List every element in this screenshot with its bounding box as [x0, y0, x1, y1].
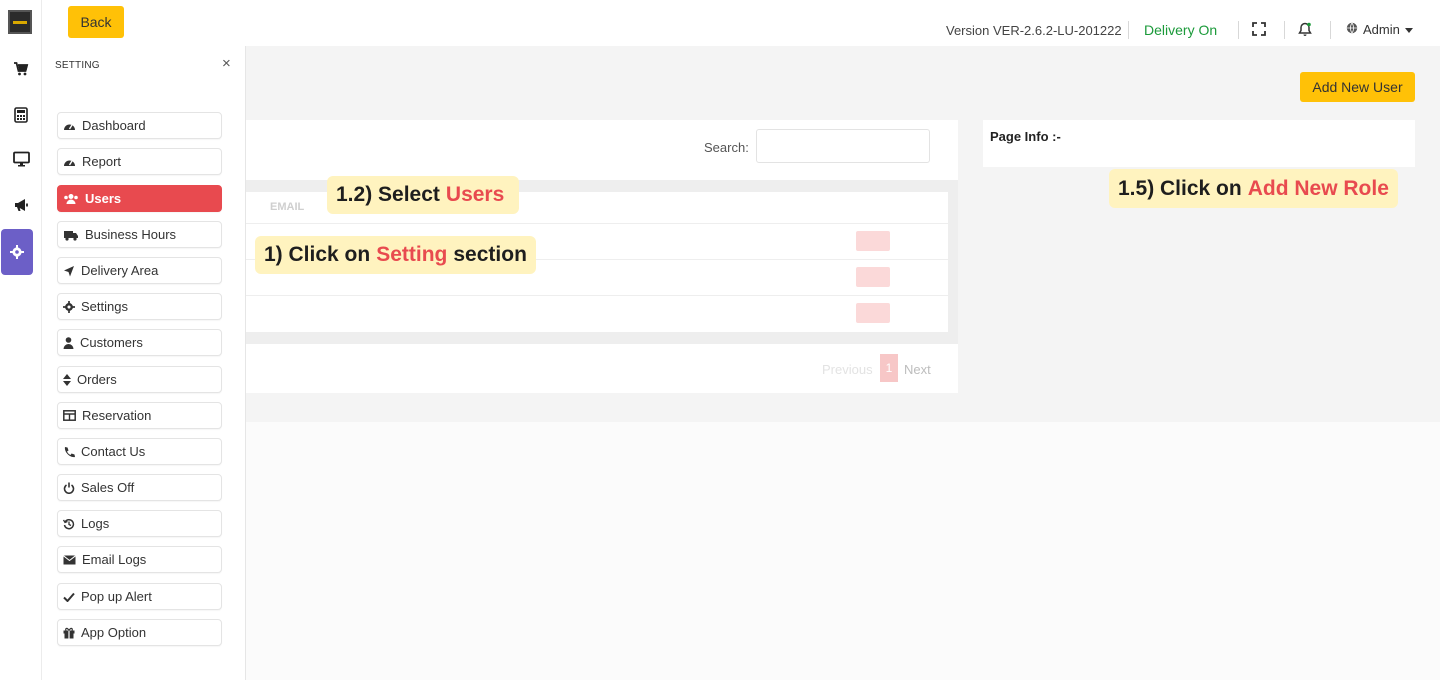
divider — [1284, 21, 1285, 39]
divider — [1238, 21, 1239, 39]
row-divider — [246, 295, 948, 296]
callout-highlight: Users — [445, 183, 505, 206]
main-content: Add New User Search: EMAIL Previous 1 Ne… — [42, 46, 1440, 422]
menu-item-label: Users — [85, 191, 122, 206]
history-icon — [63, 518, 75, 529]
menu-item-label: Dashboard — [82, 118, 146, 133]
menu-item-label: Delivery Area — [81, 263, 159, 278]
callout-highlight: Add New Role — [1247, 176, 1389, 200]
menu-item-label: Email Logs — [82, 552, 147, 567]
monitor-icon[interactable] — [0, 136, 42, 182]
settings-panel: SETTING × Dashboard Report Users Busines… — [42, 46, 246, 680]
top-bar: Back Version VER-2.6.2-LU-201222 Deliver… — [42, 0, 1440, 46]
check-icon — [63, 592, 75, 602]
divider — [1330, 21, 1331, 39]
truck-icon — [64, 230, 78, 241]
search-input[interactable] — [756, 129, 930, 163]
megaphone-icon[interactable] — [0, 182, 42, 228]
phone-icon — [64, 446, 75, 457]
menu-item-label: Orders — [77, 372, 117, 387]
power-icon — [63, 482, 75, 494]
callout-text: 1) Click on — [264, 243, 371, 266]
callout-click-setting: 1) Click on Setting section — [255, 236, 536, 274]
close-icon[interactable]: × — [222, 55, 231, 72]
content-background — [42, 422, 1440, 680]
menu-item-label: Customers — [80, 335, 143, 350]
menu-item-app-option[interactable]: App Option — [57, 619, 222, 646]
icon-rail — [0, 0, 42, 680]
pager-next[interactable]: Next — [904, 362, 931, 377]
menu-item-label: App Option — [81, 625, 147, 640]
bell-icon[interactable] — [1298, 22, 1312, 42]
menu-item-label: Logs — [81, 516, 110, 531]
menu-item-logs[interactable]: Logs — [57, 510, 222, 537]
admin-label: Admin — [1363, 22, 1400, 37]
admin-menu[interactable]: Admin — [1346, 22, 1413, 37]
delete-button[interactable] — [856, 267, 890, 287]
menu-item-delivery-area[interactable]: Delivery Area — [57, 257, 222, 284]
callout-text: 1.2) Select — [336, 183, 440, 206]
table-icon — [63, 410, 76, 421]
callout-text: 1.5) Click on — [1118, 176, 1242, 200]
page-info-card: Page Info :- — [983, 120, 1415, 167]
menu-item-label: Contact Us — [81, 444, 146, 459]
menu-item-report[interactable]: Report — [57, 148, 222, 175]
gear-icon — [63, 300, 75, 313]
menu-item-label: Sales Off — [81, 480, 135, 495]
menu-item-business-hours[interactable]: Business Hours — [57, 221, 222, 248]
gear-icon[interactable] — [1, 229, 33, 275]
callout-add-new-role: 1.5) Click on Add New Role — [1109, 169, 1398, 208]
menu-item-users[interactable]: Users — [57, 185, 222, 212]
fullscreen-icon[interactable] — [1252, 22, 1266, 41]
menu-item-sales-off[interactable]: Sales Off — [57, 474, 222, 501]
gift-icon — [63, 627, 75, 638]
chevron-down-icon — [1404, 22, 1413, 37]
menu-item-pop-up-alert[interactable]: Pop up Alert — [57, 583, 222, 610]
pager-current-page[interactable]: 1 — [880, 354, 898, 382]
user-icon — [63, 336, 74, 349]
delete-button[interactable] — [856, 231, 890, 251]
dashboard-icon — [64, 124, 75, 130]
menu-item-label: Settings — [81, 299, 128, 314]
page-info-label: Page Info :- — [990, 129, 1061, 144]
users-icon — [64, 193, 78, 204]
menu-item-dashboard[interactable]: Dashboard — [57, 112, 222, 139]
menu-item-customers[interactable]: Customers — [57, 329, 222, 356]
calculator-icon[interactable] — [0, 92, 42, 138]
menu-item-email-logs[interactable]: Email Logs — [57, 546, 222, 573]
dashboard-icon — [64, 160, 75, 166]
menu-item-reservation[interactable]: Reservation — [57, 402, 222, 429]
panel-heading: SETTING — [55, 60, 100, 71]
row-divider — [246, 223, 948, 224]
menu-item-label: Report — [82, 154, 122, 169]
email-column-header[interactable]: EMAIL — [270, 201, 304, 213]
menu-item-contact-us[interactable]: Contact Us — [57, 438, 222, 465]
globe-icon — [1346, 22, 1358, 37]
menu-item-settings[interactable]: Settings — [57, 293, 222, 320]
delete-button[interactable] — [856, 303, 890, 323]
version-label: Version VER-2.6.2-LU-201222 — [946, 23, 1122, 38]
location-arrow-icon — [64, 265, 74, 276]
cart-icon[interactable] — [0, 46, 42, 92]
callout-select-users: 1.2) Select Users — [327, 176, 520, 214]
sort-icon — [63, 373, 71, 386]
callout-text: section — [453, 243, 527, 266]
search-label: Search: — [704, 140, 749, 155]
delivery-status[interactable]: Delivery On — [1144, 22, 1217, 38]
divider — [1128, 21, 1129, 39]
menu-item-label: Business Hours — [85, 227, 177, 242]
pager-previous[interactable]: Previous — [822, 362, 873, 377]
menu-item-label: Reservation — [82, 408, 152, 423]
menu-item-orders[interactable]: Orders — [57, 366, 222, 393]
envelope-icon — [63, 554, 76, 564]
back-button[interactable]: Back — [68, 6, 124, 38]
callout-highlight: Setting — [376, 243, 448, 266]
menu-item-label: Pop up Alert — [81, 589, 152, 604]
brand-logo[interactable] — [8, 10, 32, 34]
add-new-user-button[interactable]: Add New User — [1300, 72, 1415, 102]
